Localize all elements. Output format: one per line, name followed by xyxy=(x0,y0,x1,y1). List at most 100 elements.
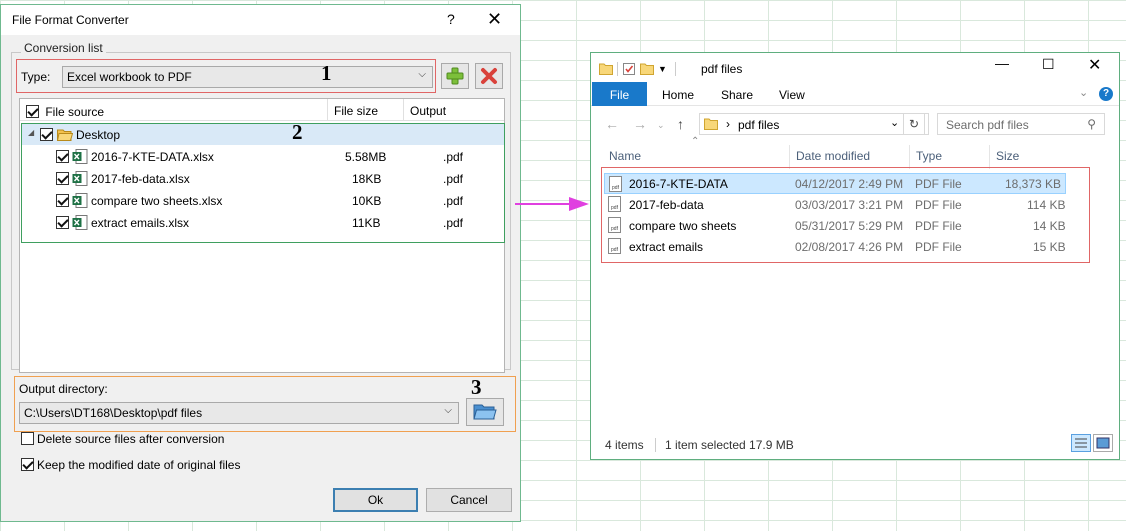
expand-ribbon-icon[interactable]: ⌄ xyxy=(1079,86,1088,99)
address-dropdown-icon[interactable]: ⌄ xyxy=(890,116,899,129)
file-row[interactable]: 2016-7-KTE-DATA.xlsx 5.58MB .pdf xyxy=(22,146,504,168)
file-row[interactable]: compare two sheets.xlsx 10KB .pdf xyxy=(22,190,504,212)
file-list-item[interactable]: pdf 2017-feb-data 03/03/2017 3:21 PM PDF… xyxy=(604,194,1066,215)
source-tree: ◢ Desktop 2 2016-7-KTE-DATA.xlsx 5.58MB … xyxy=(21,120,505,243)
file-checkbox[interactable] xyxy=(56,172,69,185)
folder-open-icon xyxy=(473,404,497,420)
option-keep-date[interactable]: Keep the modified date of original files xyxy=(21,457,240,472)
new-folder-icon[interactable] xyxy=(640,62,654,76)
qat-separator xyxy=(674,62,676,76)
header-file-size[interactable]: File size xyxy=(327,99,403,121)
dialog-title: File Format Converter xyxy=(12,13,129,27)
forward-arrow-icon[interactable]: → xyxy=(633,116,647,132)
output-directory-value: C:\Users\DT168\Desktop\pdf files xyxy=(24,406,203,420)
tab-share[interactable]: Share xyxy=(721,88,753,102)
search-input[interactable]: Search pdf files ⚲ xyxy=(937,113,1105,135)
details-view-icon[interactable] xyxy=(1071,434,1091,452)
column-header-name[interactable]: Name xyxy=(609,149,641,163)
large-icons-view-icon[interactable] xyxy=(1093,434,1113,452)
file-row[interactable]: extract emails.xlsx 11KB .pdf xyxy=(22,212,504,234)
folder-open-icon xyxy=(57,129,73,141)
file-name: 2017-feb-data xyxy=(629,198,704,212)
column-header-size[interactable]: Size xyxy=(996,149,1019,163)
tab-home[interactable]: Home xyxy=(662,88,694,102)
tab-file[interactable]: File xyxy=(592,82,647,106)
folder-name: Desktop xyxy=(76,128,121,142)
file-date: 05/31/2017 5:29 PM xyxy=(795,219,904,233)
minimize-icon[interactable]: — xyxy=(995,55,1009,71)
type-select-value: Excel workbook to PDF xyxy=(67,70,192,84)
list-header: File source File size Output xyxy=(20,99,504,121)
step-1-label: 1 xyxy=(321,61,332,85)
customize-qat-icon[interactable]: ▼ xyxy=(658,64,667,74)
back-arrow-icon[interactable]: ← xyxy=(605,116,619,132)
chevron-down-icon: ⌵ xyxy=(444,405,452,416)
close-icon[interactable]: ✕ xyxy=(1088,55,1101,75)
folder-icon xyxy=(704,118,718,130)
file-size: 10KB xyxy=(352,194,382,208)
column-header-type[interactable]: Type xyxy=(916,149,942,163)
file-list-item[interactable]: pdf 2016-7-KTE-DATA 04/12/2017 2:49 PM P… xyxy=(604,173,1066,194)
file-name: 2017-feb-data.xlsx xyxy=(91,172,190,186)
remove-button[interactable] xyxy=(475,63,503,89)
file-checkbox[interactable] xyxy=(56,150,69,163)
header-file-source-label: File source xyxy=(45,104,105,119)
file-list: File source File size Output ◢ Desktop 2 xyxy=(19,98,505,373)
maximize-icon[interactable]: ☐ xyxy=(1042,56,1055,73)
header-output[interactable]: Output xyxy=(403,99,504,121)
qat-separator xyxy=(617,62,618,76)
file-size: 11KB xyxy=(352,216,381,230)
file-size: 14 KB xyxy=(1033,219,1066,233)
help-icon[interactable]: ? xyxy=(447,11,455,27)
keep-date-checkbox[interactable] xyxy=(21,458,34,472)
folder-icon[interactable] xyxy=(599,62,613,76)
excel-file-icon xyxy=(72,193,88,208)
type-select[interactable]: Excel workbook to PDF ⌵ xyxy=(62,66,433,88)
select-all-checkbox[interactable] xyxy=(26,105,39,119)
column-header-date[interactable]: Date modified xyxy=(796,149,870,163)
conversion-list-label: Conversion list xyxy=(21,41,106,55)
header-file-source[interactable]: File source xyxy=(22,99,327,121)
cancel-button[interactable]: Cancel xyxy=(426,488,512,512)
folder-checkbox[interactable] xyxy=(40,128,53,141)
delete-source-checkbox[interactable] xyxy=(21,432,34,446)
add-button[interactable] xyxy=(441,63,469,89)
close-icon[interactable]: ✕ xyxy=(487,9,502,30)
help-icon[interactable]: ? xyxy=(1099,87,1113,101)
tree-folder-desktop[interactable]: ◢ Desktop xyxy=(22,124,504,145)
file-size: 15 KB xyxy=(1033,240,1066,254)
dialog-titlebar: File Format Converter ? ✕ xyxy=(1,5,520,35)
type-label: Type: xyxy=(21,70,51,84)
file-checkbox[interactable] xyxy=(56,194,69,207)
properties-icon[interactable] xyxy=(622,62,636,76)
option-delete-source[interactable]: Delete source files after conversion xyxy=(21,431,224,446)
output-directory-select[interactable]: C:\Users\DT168\Desktop\pdf files ⌵ xyxy=(19,402,459,424)
ok-button[interactable]: Ok xyxy=(333,488,418,512)
file-size: 114 KB xyxy=(1027,198,1066,212)
file-size: 5.58MB xyxy=(345,150,387,164)
refresh-icon[interactable]: ↻ xyxy=(903,113,925,135)
collapse-triangle-icon[interactable]: ◢ xyxy=(28,128,34,137)
file-type: PDF File xyxy=(915,177,962,191)
recent-locations-icon[interactable]: ⌄ xyxy=(657,120,665,131)
file-list-item[interactable]: pdf compare two sheets 05/31/2017 5:29 P… xyxy=(604,215,1066,236)
browse-folder-button[interactable] xyxy=(466,398,504,426)
plus-icon xyxy=(446,67,464,85)
type-row: Type: Excel workbook to PDF ⌵ xyxy=(16,59,436,93)
delete-source-label: Delete source files after conversion xyxy=(37,431,225,446)
quick-access-toolbar: ▼ xyxy=(599,60,676,78)
arrow-connector-icon xyxy=(515,197,589,211)
file-checkbox[interactable] xyxy=(56,216,69,229)
address-bar[interactable]: › pdf files ⌄ xyxy=(699,113,929,135)
file-name: extract emails.xlsx xyxy=(91,216,190,230)
file-date: 03/03/2017 3:21 PM xyxy=(795,198,904,212)
column-divider xyxy=(989,145,990,169)
output-directory-label: Output directory: xyxy=(19,382,108,396)
file-list-item[interactable]: pdf extract emails 02/08/2017 4:26 PM PD… xyxy=(604,236,1066,257)
tab-view[interactable]: View xyxy=(779,88,805,102)
file-output: .pdf xyxy=(443,216,464,230)
pdf-file-icon: pdf xyxy=(608,217,621,233)
up-arrow-icon[interactable]: ↑ xyxy=(677,116,684,132)
file-row[interactable]: 2017-feb-data.xlsx 18KB .pdf xyxy=(22,168,504,190)
chevron-down-icon: ⌵ xyxy=(418,69,426,80)
